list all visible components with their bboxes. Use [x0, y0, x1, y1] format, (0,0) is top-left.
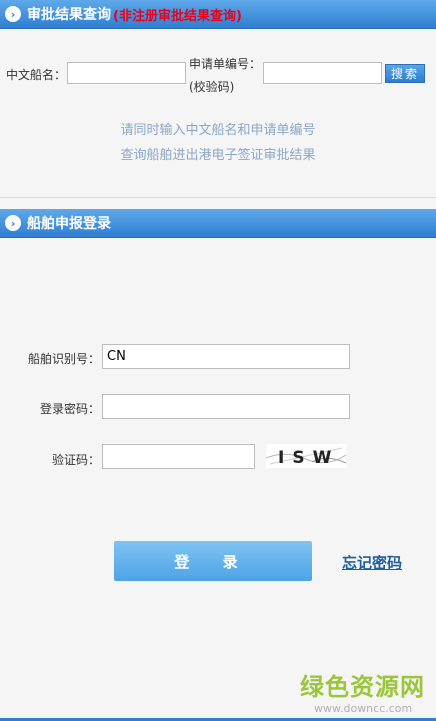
password-input[interactable] [102, 394, 350, 419]
captcha-noise-icon: ISW [266, 447, 346, 468]
captcha-image[interactable]: ISW [266, 444, 346, 468]
forgot-password-link[interactable]: 忘记密码 [342, 552, 402, 573]
verification-code-note: (校验码) [189, 80, 235, 94]
password-label: 登录密码： [40, 402, 101, 416]
chevron-right-icon: › [5, 215, 21, 231]
ship-name-input[interactable] [67, 62, 186, 84]
captcha-label: 验证码： [52, 453, 101, 467]
section-divider [0, 197, 436, 198]
login-section-title: 船舶申报登录 [27, 216, 111, 232]
query-hint-line1: 请同时输入中文船名和申请单编号 [120, 123, 316, 138]
ship-id-input[interactable] [102, 344, 350, 369]
application-number-label: 申请单编号： [189, 57, 262, 71]
captcha-text: ISW [278, 448, 339, 468]
application-number-input[interactable] [263, 62, 382, 84]
watermark-url: www.downcc.com [314, 702, 413, 715]
watermark: 绿色资源网 www.downcc.com [300, 667, 425, 715]
query-section-title: 审批结果查询 [27, 7, 111, 23]
login-button[interactable]: 登 录 [114, 541, 312, 581]
ship-id-label: 船舶识别号： [28, 352, 101, 366]
watermark-brand: 绿色资源网 [300, 673, 425, 701]
login-section-header: › 船舶申报登录 [0, 209, 436, 238]
query-hint-line2: 查询船舶进出港电子签证审批结果 [120, 148, 316, 163]
query-section-header: › 审批结果查询 (非注册审批结果查询) [0, 0, 436, 29]
chevron-right-icon: › [5, 6, 21, 22]
query-section-subtitle: (非注册审批结果查询) [113, 8, 242, 24]
captcha-input[interactable] [102, 444, 255, 469]
ship-name-label: 中文船名： [6, 68, 67, 82]
search-button[interactable]: 搜索 [385, 64, 425, 83]
